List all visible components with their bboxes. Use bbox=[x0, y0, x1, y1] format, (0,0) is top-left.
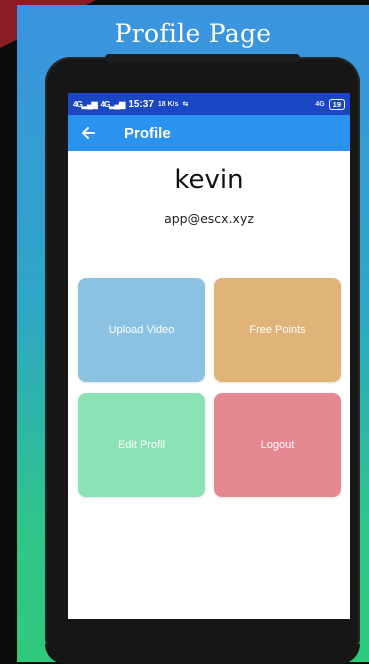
free-points-label: Free Points bbox=[249, 324, 306, 336]
profile-name: kevin bbox=[174, 165, 244, 195]
logout-label: Logout bbox=[260, 439, 295, 451]
edit-profile-label: Edit Profil bbox=[117, 439, 166, 451]
status-left: 4G▂▄▆ 4G▂▄▆ 15:37 18 K/s ⇆ bbox=[73, 99, 188, 110]
signal-icon-2: 4G▂▄▆ bbox=[100, 99, 126, 109]
profile-email: app@escx.xyz bbox=[164, 211, 254, 226]
app-bar-title: Profile bbox=[124, 124, 171, 142]
phone-bottom-bezel bbox=[45, 644, 360, 664]
phone-speaker-edge bbox=[105, 54, 300, 62]
upload-video-label: Upload Video bbox=[108, 324, 175, 336]
back-button[interactable] bbox=[68, 115, 108, 151]
logout-button[interactable]: Logout bbox=[214, 393, 341, 497]
phone-mockup: 4G▂▄▆ 4G▂▄▆ 15:37 18 K/s ⇆ 4G 19 Profile… bbox=[45, 54, 360, 664]
action-grid: Upload Video Free Points Edit Profil Log… bbox=[78, 278, 342, 497]
page-title: Profile Page bbox=[114, 19, 272, 48]
usb-icon: ⇆ bbox=[182, 101, 189, 108]
battery-level: 19 bbox=[332, 99, 341, 109]
battery-icon: 19 bbox=[328, 98, 345, 110]
upload-video-button[interactable]: Upload Video bbox=[78, 278, 205, 382]
edit-profile-button[interactable]: Edit Profil bbox=[78, 393, 205, 497]
network-speed: 18 K/s bbox=[157, 100, 179, 108]
signal-icon: 4G▂▄▆ bbox=[73, 99, 98, 109]
free-points-button[interactable]: Free Points bbox=[214, 278, 341, 382]
data-network-label: 4G bbox=[315, 100, 325, 108]
phone-screen: 4G▂▄▆ 4G▂▄▆ 15:37 18 K/s ⇆ 4G 19 Profile… bbox=[68, 93, 350, 619]
network-label-2: 4G bbox=[100, 99, 111, 109]
status-time: 15:37 bbox=[128, 98, 154, 110]
promo-banner: Profile Page 4G▂▄▆ 4G▂▄▆ 15:37 18 K/s ⇆ … bbox=[17, 5, 369, 664]
app-bar: Profile bbox=[68, 115, 350, 151]
status-right: 4G 19 bbox=[315, 98, 345, 110]
arrow-left-icon bbox=[82, 127, 95, 139]
status-bar: 4G▂▄▆ 4G▂▄▆ 15:37 18 K/s ⇆ 4G 19 bbox=[68, 93, 350, 115]
network-label-1: 4G bbox=[73, 99, 83, 109]
